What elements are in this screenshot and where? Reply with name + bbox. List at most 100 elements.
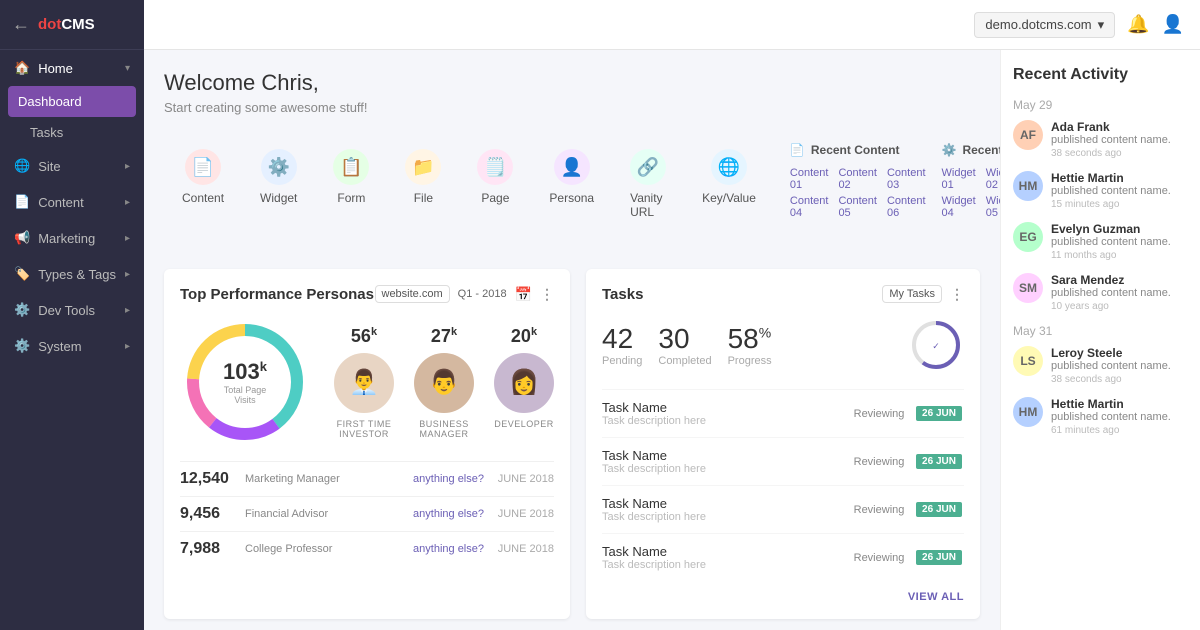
recent-content-link[interactable]: Content 04 [790, 195, 829, 219]
back-button[interactable]: ← [12, 14, 30, 35]
activity-item: LS Leroy Steele published content name. … [1013, 346, 1188, 385]
persona-row-link[interactable]: anything else? [413, 543, 484, 555]
chevron-right-icon: ▸ [125, 341, 130, 352]
view-all-button[interactable]: VIEW ALL [602, 591, 964, 603]
activity-item: AF Ada Frank published content name. 38 … [1013, 120, 1188, 159]
recent-widget-link[interactable]: Widget 02 [986, 167, 1000, 191]
sidebar-item-content[interactable]: 📄 Content ▸ [0, 184, 144, 220]
sidebar-item-dashboard[interactable]: Dashboard [8, 86, 136, 117]
tag-icon: 🏷️ [14, 266, 30, 282]
activity-action: published content name. [1051, 360, 1188, 372]
quick-link-widget[interactable]: ⚙️ Widget [242, 135, 315, 233]
task-info: Task Name Task description here [602, 496, 844, 523]
task-stat-label: Completed [658, 355, 711, 367]
persona-row-date: JUNE 2018 [494, 543, 554, 555]
chevron-down-icon: ▾ [1098, 17, 1105, 33]
task-list: Task Name Task description here Reviewin… [602, 389, 964, 581]
keyvalue-icon: 🌐 [711, 149, 747, 185]
task-status: Reviewing [844, 456, 914, 468]
activity-name: Evelyn Guzman [1051, 222, 1188, 236]
activity-group-may31: May 31 LS Leroy Steele published content… [1013, 324, 1188, 436]
more-icon[interactable]: ⋮ [540, 286, 554, 303]
activity-name: Leroy Steele [1051, 346, 1188, 360]
recent-widget-link[interactable]: Widget 05 [986, 195, 1000, 219]
quick-link-form[interactable]: 📋 Form [315, 135, 387, 233]
marketing-icon: 📢 [14, 230, 30, 246]
activity-action: published content name. [1051, 185, 1188, 197]
recent-content-title: Recent Content [811, 143, 900, 157]
tasks-more-icon[interactable]: ⋮ [950, 286, 964, 303]
sidebar-item-dev-tools[interactable]: ⚙️ Dev Tools ▸ [0, 292, 144, 328]
sidebar-item-site[interactable]: 🌐 Site ▸ [0, 148, 144, 184]
tasks-filter[interactable]: My Tasks [882, 285, 942, 303]
user-avatar-icon[interactable]: 👤 [1162, 14, 1184, 35]
sidebar-item-label: Site [38, 159, 60, 174]
date-filter: Q1 - 2018 [458, 288, 507, 300]
sidebar-item-label: Home [38, 61, 73, 76]
donut-label: Total Page Visits [213, 385, 278, 405]
sidebar-item-label: Dev Tools [38, 303, 95, 318]
recent-content-link[interactable]: Content 05 [838, 195, 877, 219]
recent-content-link[interactable]: Content 02 [838, 167, 877, 191]
top-personas-header: Top Performance Personas website.com Q1 … [180, 285, 554, 303]
persona-bar-business: 27k 👨 BUSINESS MANAGER [414, 326, 474, 439]
donut-value: 103k [213, 359, 278, 385]
recent-content-grid: Content 01 Content 02 Content 03 Content… [790, 167, 926, 219]
quick-link-content[interactable]: 📄 Content [164, 135, 242, 233]
recent-widget-link[interactable]: Widget 04 [942, 195, 976, 219]
activity-name: Sara Mendez [1051, 273, 1188, 287]
recent-content-link[interactable]: Content 03 [887, 167, 926, 191]
activity-text: Sara Mendez published content name. 10 y… [1051, 273, 1188, 312]
activity-item: EG Evelyn Guzman published content name.… [1013, 222, 1188, 261]
calendar-icon[interactable]: 📅 [515, 286, 532, 303]
sidebar-logo: ← dotCMS [0, 0, 144, 50]
top-personas-title: Top Performance Personas [180, 286, 374, 303]
persona-num: 20k [494, 326, 554, 347]
avatar: AF [1013, 120, 1043, 150]
top-personas-panel: Top Performance Personas website.com Q1 … [164, 269, 570, 619]
tasks-header: Tasks My Tasks ⋮ [602, 285, 964, 303]
tasks-controls: My Tasks ⋮ [882, 285, 964, 303]
persona-row-num: 9,456 [180, 505, 235, 523]
chevron-right-icon: ▸ [125, 161, 130, 172]
quick-link-persona[interactable]: 👤 Persona [531, 135, 612, 233]
recent-content-link[interactable]: Content 06 [887, 195, 926, 219]
task-status: Reviewing [844, 552, 914, 564]
quick-link-vanity[interactable]: 🔗 Vanity URL [612, 135, 684, 233]
tasks-title: Tasks [602, 286, 643, 303]
activity-group-may29: May 29 AF Ada Frank published content na… [1013, 98, 1188, 312]
persona-row-link[interactable]: anything else? [413, 473, 484, 485]
top-personas-controls: website.com Q1 - 2018 📅 ⋮ [375, 285, 555, 303]
quick-link-keyvalue[interactable]: 🌐 Key/Value [684, 135, 774, 233]
sidebar-item-label: System [38, 339, 81, 354]
panels-row: Top Performance Personas website.com Q1 … [164, 269, 980, 619]
task-date-label: 26 JUN [916, 502, 962, 517]
quick-link-page[interactable]: 🗒️ Page [459, 135, 531, 233]
sidebar-item-types-tags[interactable]: 🏷️ Types & Tags ▸ [0, 256, 144, 292]
task-item: Task Name Task description here Reviewin… [602, 533, 964, 581]
recent-widget-link[interactable]: Widget 01 [942, 167, 976, 191]
sidebar-item-home[interactable]: 🏠 Home ▾ [0, 50, 144, 86]
quick-link-file[interactable]: 📁 File [387, 135, 459, 233]
sidebar-item-tasks[interactable]: Tasks [0, 117, 144, 148]
activity-name: Hettie Martin [1051, 171, 1188, 185]
recent-widgets-icon: ⚙️ [942, 143, 957, 157]
quick-link-label: Form [337, 191, 365, 205]
task-info: Task Name Task description here [602, 400, 844, 427]
task-stat-label: Pending [602, 355, 642, 367]
quick-link-label: Persona [549, 191, 594, 205]
persona-table-row: 12,540 Marketing Manager anything else? … [180, 461, 554, 496]
persona-icon: 👤 [554, 149, 590, 185]
sidebar-item-system[interactable]: ⚙️ System ▸ [0, 328, 144, 364]
persona-label: BUSINESS MANAGER [414, 419, 474, 439]
task-date: 26 JUN [914, 406, 964, 421]
notification-bell-icon[interactable]: 🔔 [1127, 14, 1149, 35]
sidebar-item-marketing[interactable]: 📢 Marketing ▸ [0, 220, 144, 256]
persona-row-link[interactable]: anything else? [413, 508, 484, 520]
website-filter[interactable]: website.com [375, 285, 450, 303]
domain-selector[interactable]: demo.dotcms.com ▾ [974, 12, 1115, 38]
task-name: Task Name [602, 400, 844, 415]
recent-content-link[interactable]: Content 01 [790, 167, 829, 191]
activity-text: Leroy Steele published content name. 38 … [1051, 346, 1188, 385]
task-item: Task Name Task description here Reviewin… [602, 437, 964, 485]
